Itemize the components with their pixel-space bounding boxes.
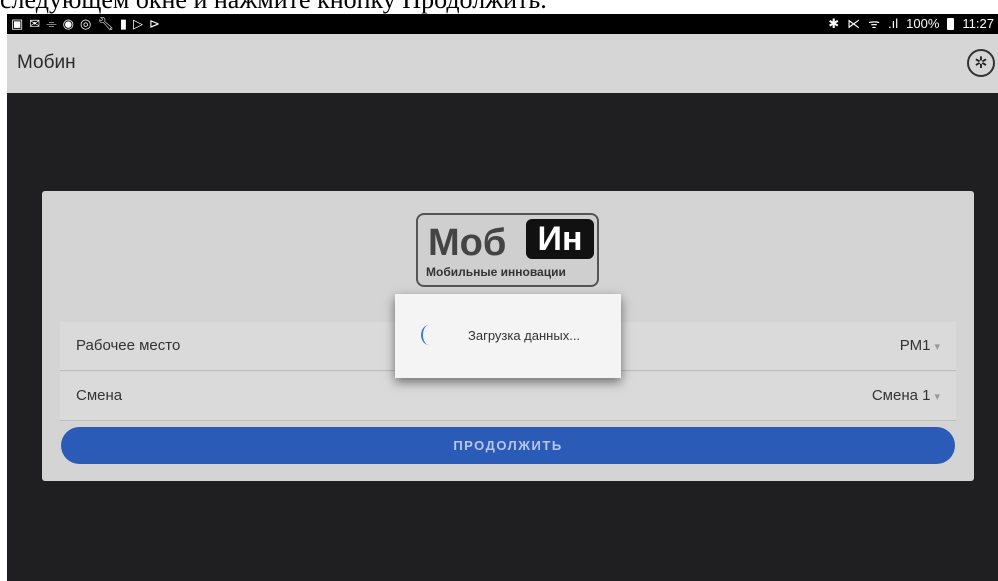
play-outline-icon: ▷ — [132, 16, 143, 31]
settings-button[interactable]: ✲ — [967, 49, 995, 77]
signal-icon: .ıl — [888, 16, 899, 31]
wifi-icon: ᯤ — [868, 16, 881, 31]
clock: 11:27 — [962, 16, 994, 31]
loading-dialog: Загрузка данных... — [395, 294, 621, 378]
chevron-down-icon: ▾ — [934, 341, 940, 353]
loading-spinner-icon — [421, 325, 437, 345]
chevron-down-icon: ▾ — [934, 391, 940, 403]
gallery-icon: ▣ — [11, 16, 24, 31]
status-notification-icons: ▣ ✉ ⌯ ◉ ◎ 🔧︎ ▮ ▷ ⊳ — [11, 16, 160, 32]
logo-highlight-text: Ин — [526, 219, 594, 259]
workplace-label: Рабочее место — [76, 337, 181, 354]
logo-subtitle: Мобильные инновации — [426, 265, 566, 279]
logo-main-text: Моб — [428, 222, 507, 264]
mobin-logo: Моб Ин Мобильные инновации — [416, 213, 599, 287]
shift-select[interactable]: Смена Смена 1 ▾ — [60, 372, 956, 421]
play-icon: ⊳ — [148, 16, 160, 31]
mail-icon: ✉ — [29, 16, 41, 31]
app-title: Мобин — [17, 52, 76, 73]
workplace-value: РМ1 ▾ — [900, 337, 940, 354]
person-icon: ▮ — [119, 16, 127, 31]
bluetooth-icon: ✱ — [828, 16, 840, 31]
status-bar: ▣ ✉ ⌯ ◉ ◎ 🔧︎ ▮ ▷ ⊳ ✱ ⋉ ᯤ .ıl 100% 11:27 — [7, 14, 998, 34]
shift-selected: Смена 1 — [871, 387, 931, 404]
usb-icon: ⌯ — [46, 16, 57, 31]
app-bar: Мобин ✲ — [7, 34, 998, 93]
battery-icon — [947, 18, 955, 30]
battery-percent: 100% — [906, 16, 940, 31]
mute-icon: ⋉ — [847, 16, 861, 31]
yandex-icon: ◉ — [62, 16, 74, 31]
document-caption: следующем окне и нажмите кнопку Продолжи… — [0, 0, 998, 14]
gear-icon: ✲ — [974, 55, 988, 72]
shift-value: Смена 1 ▾ — [872, 387, 940, 404]
target-icon: ◎ — [79, 16, 92, 31]
continue-button[interactable]: ПРОДОЛЖИТЬ — [61, 427, 955, 464]
workplace-selected: РМ1 — [899, 337, 931, 354]
status-system-icons: ✱ ⋉ ᯤ .ıl 100% 11:27 — [828, 16, 994, 32]
shift-label: Смена — [76, 387, 123, 404]
wrench-icon: 🔧︎ — [97, 16, 114, 31]
device-screen: ▣ ✉ ⌯ ◉ ◎ 🔧︎ ▮ ▷ ⊳ ✱ ⋉ ᯤ .ıl 100% 11:27 … — [7, 14, 998, 581]
loading-text: Загрузка данных... — [468, 328, 581, 343]
